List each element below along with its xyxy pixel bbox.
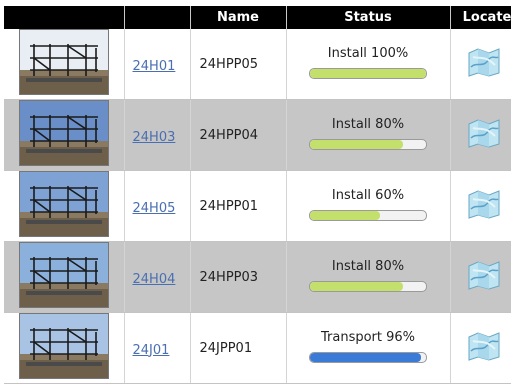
id-cell: 24H05 <box>124 170 191 242</box>
structure-id-link[interactable]: 24H05 <box>133 201 176 216</box>
status-cell: Install 80% <box>286 241 451 313</box>
status-cell: Transport 96% <box>286 312 451 384</box>
structure-name: 24HPP01 <box>190 170 287 242</box>
id-cell: 24H04 <box>124 241 191 313</box>
structure-name: 24HPP05 <box>190 29 287 100</box>
progress-bar <box>309 68 427 79</box>
status-label: Install 80% <box>331 259 405 274</box>
status-cell: Install 100% <box>286 29 451 100</box>
photo-image <box>19 101 108 165</box>
steel-frame-photo[interactable] <box>18 100 109 166</box>
progress-bar <box>309 352 427 363</box>
progress-bar <box>309 210 427 221</box>
progress-bar-fill <box>310 140 403 149</box>
header-locate[interactable]: Locate <box>450 6 511 29</box>
table-row: 24J01 24JPP01 Transport 96% <box>4 312 511 384</box>
id-cell: 24H03 <box>124 99 191 171</box>
table-row: 24H03 24HPP04 Install 80% <box>4 99 511 171</box>
steel-frame-photo[interactable] <box>18 313 109 379</box>
structure-name: 24JPP01 <box>190 312 287 384</box>
progress-bar-fill <box>310 282 403 291</box>
header-name[interactable]: Name <box>190 6 287 29</box>
map-icon[interactable] <box>467 118 501 152</box>
status-label: Install 100% <box>327 46 409 61</box>
structure-name: 24HPP04 <box>190 99 287 171</box>
header-id <box>124 6 191 29</box>
status-label: Transport 96% <box>320 330 416 345</box>
locate-cell <box>450 312 511 384</box>
locate-cell <box>450 99 511 171</box>
table-row: 24H05 24HPP01 Install 60% <box>4 170 511 242</box>
header-status[interactable]: Status <box>286 6 451 29</box>
status-label: Install 60% <box>331 188 405 203</box>
progress-bar <box>309 281 427 292</box>
table-row: 24H04 24HPP03 Install 80% <box>4 241 511 313</box>
status-cell: Install 60% <box>286 170 451 242</box>
steel-frame-photo[interactable] <box>18 29 109 95</box>
photo-cell <box>4 29 125 100</box>
progress-bar-fill <box>310 69 426 78</box>
photo-cell <box>4 170 125 242</box>
structure-id-link[interactable]: 24H01 <box>133 59 176 74</box>
structures-table: Name Status Locate 24H01 24HPP05 Install… <box>4 6 511 384</box>
header-photo <box>4 6 125 29</box>
status-cell: Install 80% <box>286 99 451 171</box>
structure-id-link[interactable]: 24H03 <box>133 130 176 145</box>
table-row: 24H01 24HPP05 Install 100% <box>4 29 511 100</box>
progress-bar-fill <box>310 211 380 220</box>
photo-image <box>19 243 108 307</box>
photo-image <box>19 172 108 236</box>
structure-id-link[interactable]: 24H04 <box>133 272 176 287</box>
map-icon[interactable] <box>467 260 501 294</box>
steel-frame-photo[interactable] <box>18 171 109 237</box>
map-icon[interactable] <box>467 47 501 81</box>
map-icon[interactable] <box>467 331 501 365</box>
photo-cell <box>4 312 125 384</box>
photo-image <box>19 314 108 378</box>
locate-cell <box>450 241 511 313</box>
id-cell: 24H01 <box>124 29 191 100</box>
id-cell: 24J01 <box>124 312 191 384</box>
photo-cell <box>4 241 125 313</box>
table-header-row: Name Status Locate <box>4 6 511 29</box>
map-icon[interactable] <box>467 189 501 223</box>
structure-name: 24HPP03 <box>190 241 287 313</box>
progress-bar <box>309 139 427 150</box>
photo-image <box>19 30 108 94</box>
status-label: Install 80% <box>331 117 405 132</box>
locate-cell <box>450 29 511 100</box>
photo-cell <box>4 99 125 171</box>
locate-cell <box>450 170 511 242</box>
structure-id-link[interactable]: 24J01 <box>133 343 170 358</box>
progress-bar-fill <box>310 353 422 362</box>
steel-frame-photo[interactable] <box>18 242 109 308</box>
